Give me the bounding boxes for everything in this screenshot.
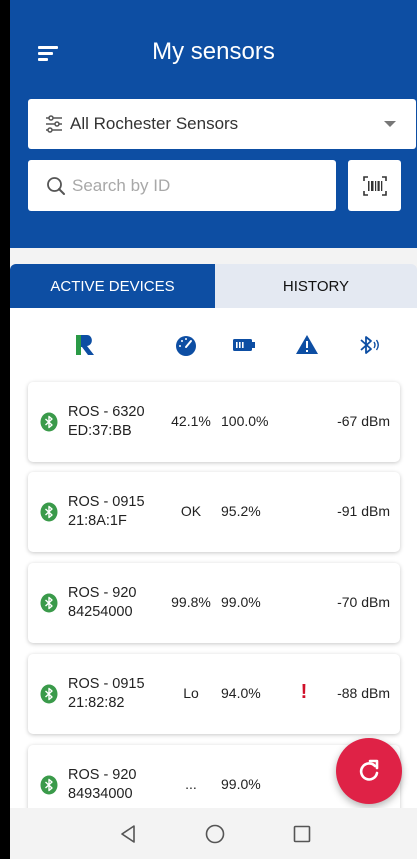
device-id: 84254000 xyxy=(68,604,133,620)
warning-icon xyxy=(296,335,318,354)
sliders-icon xyxy=(46,115,62,133)
barcode-scan-button[interactable] xyxy=(348,160,401,211)
bluetooth-icon xyxy=(40,684,58,704)
device-battery: 100.0% xyxy=(221,413,269,429)
search-input[interactable] xyxy=(72,175,312,196)
screen: My sensors All Rochester Sensors Search … xyxy=(10,0,417,859)
device-name-block: ROS - 0915 21:8A:1F xyxy=(68,493,145,531)
device-battery: 99.0% xyxy=(221,776,261,792)
barcode-icon xyxy=(362,175,387,196)
device-name-block: ROS - 0915 21:82:82 xyxy=(68,675,145,713)
device-signal: -88 dBm xyxy=(337,685,390,701)
device-level: Lo xyxy=(183,685,199,701)
bluetooth-icon xyxy=(40,502,58,522)
bluetooth-signal-icon xyxy=(360,336,379,354)
search-field[interactable] xyxy=(28,160,336,211)
refresh-button[interactable] xyxy=(336,738,402,804)
device-name-block: ROS - 920 84934000 xyxy=(68,766,137,804)
bluetooth-icon xyxy=(40,593,58,613)
device-battery: 94.0% xyxy=(221,685,261,701)
device-id: ED:37:BB xyxy=(68,423,132,439)
tab-history[interactable]: HISTORY xyxy=(215,264,417,308)
device-level: ... xyxy=(185,776,197,792)
device-name-block: ROS - 6320 ED:37:BB xyxy=(68,403,145,441)
app-header: My sensors All Rochester Sensors xyxy=(10,0,417,248)
device-level: 99.8% xyxy=(171,594,211,610)
device-alert: ! xyxy=(300,681,308,703)
device-level: OK xyxy=(180,503,202,519)
bluetooth-icon xyxy=(40,775,58,795)
device-id: 21:8A:1F xyxy=(68,513,127,529)
device-name: ROS - 920 xyxy=(68,767,137,783)
device-battery: 95.2% xyxy=(221,503,261,519)
bluetooth-icon xyxy=(40,412,58,432)
device-name: ROS - 920 xyxy=(68,585,137,601)
battery-icon xyxy=(233,339,255,351)
tab-active-devices[interactable]: ACTIVE DEVICES xyxy=(10,264,215,308)
sensor-filter-select[interactable]: All Rochester Sensors xyxy=(28,99,416,149)
filter-selected-value: All Rochester Sensors xyxy=(70,114,239,133)
chevron-down-icon xyxy=(384,121,396,127)
device-name: ROS - 0915 xyxy=(68,676,145,692)
gauge-icon xyxy=(176,336,196,356)
device-list[interactable]: ROS - 6320 ED:37:BB 42.1% 100.0% -67 dBm ROS … xyxy=(10,308,417,808)
recents-icon[interactable] xyxy=(290,822,314,846)
system-nav-bar xyxy=(10,808,417,859)
device-card[interactable]: ROS - 6320 ED:37:BB 42.1% 100.0% -67 dBm xyxy=(28,382,400,462)
device-card[interactable]: ROS - 0915 21:82:82 Lo 94.0%! -88 dBm xyxy=(28,654,400,734)
device-level: 42.1% xyxy=(171,413,211,429)
home-icon[interactable] xyxy=(203,822,227,846)
device-battery: 99.0% xyxy=(221,594,261,610)
rochester-logo-icon xyxy=(76,335,94,355)
page-title: My sensors xyxy=(152,38,275,65)
device-name-block: ROS - 920 84254000 xyxy=(68,584,137,622)
refresh-icon xyxy=(359,759,379,781)
device-signal: -67 dBm xyxy=(337,413,390,429)
device-id: 84934000 xyxy=(68,786,133,802)
device-signal: -70 dBm xyxy=(337,594,390,610)
back-icon[interactable] xyxy=(116,822,140,846)
device-tabs: ACTIVE DEVICES HISTORY xyxy=(10,264,417,308)
device-name: ROS - 6320 xyxy=(68,404,145,420)
search-icon xyxy=(47,176,65,195)
column-icons xyxy=(10,308,417,378)
device-name: ROS - 0915 xyxy=(68,494,145,510)
device-id: 21:82:82 xyxy=(68,695,125,711)
device-card[interactable]: ROS - 0915 21:8A:1F OK 95.2% -91 dBm xyxy=(28,472,400,552)
device-card[interactable]: ROS - 920 84254000 99.8% 99.0% -70 dBm xyxy=(28,563,400,643)
device-signal: -91 dBm xyxy=(337,503,390,519)
